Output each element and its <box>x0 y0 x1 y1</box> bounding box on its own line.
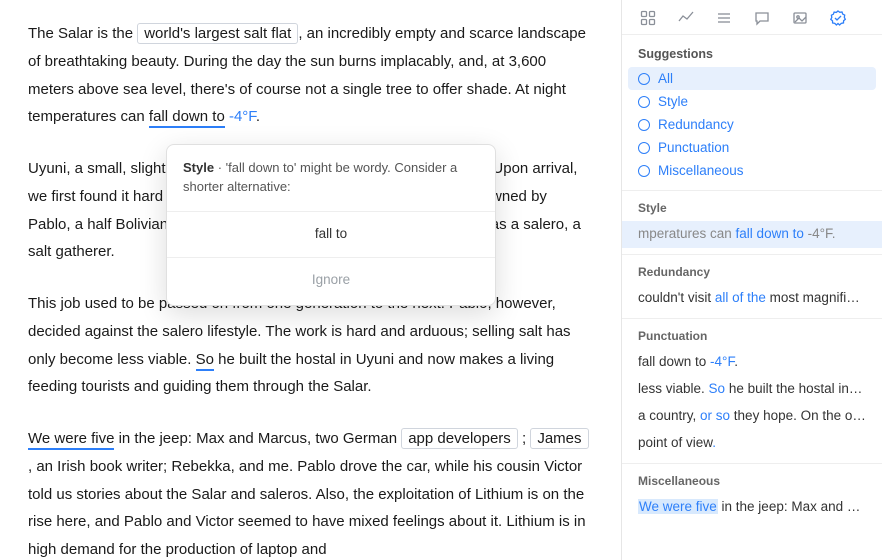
suggestion-popup: Style · 'fall down to' might be wordy. C… <box>166 144 496 306</box>
suggestion-item[interactable]: a country, or so they hope. On the oth… <box>622 403 882 430</box>
popup-header: Style · 'fall down to' might be wordy. C… <box>167 145 495 212</box>
sidebar: Suggestions All Style Redundancy Punctua… <box>622 0 882 560</box>
highlight-temperature[interactable]: -4°F <box>229 108 256 125</box>
list-icon[interactable] <box>716 10 732 26</box>
editor-pane: The Salar is the world's largest salt fl… <box>0 0 621 560</box>
highlight-james[interactable]: James <box>530 428 588 449</box>
filter-punctuation[interactable]: Punctuation <box>628 136 876 159</box>
highlight-so[interactable]: So <box>196 351 214 371</box>
suggestion-item[interactable]: couldn't visit all of the most magnifice… <box>622 285 882 312</box>
suggestion-item[interactable]: mperatures can fall down to -4°F. <box>622 221 882 248</box>
radio-icon <box>638 96 650 108</box>
section-miscellaneous: Miscellaneous We were five in the jeep: … <box>622 463 882 527</box>
filter-redundancy[interactable]: Redundancy <box>628 113 876 136</box>
stats-icon[interactable] <box>678 10 694 26</box>
filter-list: All Style Redundancy Punctuation Miscell… <box>622 67 882 190</box>
radio-icon <box>638 119 650 131</box>
image-icon[interactable] <box>792 10 808 26</box>
grid-icon[interactable] <box>640 10 656 26</box>
suggestion-item[interactable]: fall down to -4°F. <box>622 349 882 376</box>
check-badge-icon[interactable] <box>830 10 846 26</box>
highlight-we-were-five[interactable]: We were five <box>28 430 114 450</box>
sidebar-tabs <box>622 0 882 35</box>
popup-category: Style <box>183 160 214 175</box>
paragraph: We were five in the jeep: Max and Marcus… <box>28 425 589 560</box>
highlight-worlds-largest[interactable]: world's largest salt flat <box>137 23 298 44</box>
filter-miscellaneous[interactable]: Miscellaneous <box>628 159 876 182</box>
comment-icon[interactable] <box>754 10 770 26</box>
suggestions-heading: Suggestions <box>622 35 882 67</box>
filter-style[interactable]: Style <box>628 90 876 113</box>
radio-icon <box>638 165 650 177</box>
radio-icon <box>638 142 650 154</box>
radio-icon <box>638 73 650 85</box>
popup-suggestion-button[interactable]: fall to <box>167 212 495 258</box>
paragraph: The Salar is the world's largest salt fl… <box>28 20 589 131</box>
suggestion-item[interactable]: We were five in the jeep: Max and Mar… <box>622 494 882 521</box>
section-redundancy: Redundancy couldn't visit all of the mos… <box>622 254 882 318</box>
filter-all[interactable]: All <box>628 67 876 90</box>
section-style: Style mperatures can fall down to -4°F. <box>622 190 882 254</box>
suggestion-item[interactable]: point of view. <box>622 430 882 457</box>
suggestion-item[interactable]: less viable. So he built the hostal in U… <box>622 376 882 403</box>
highlight-app-developers[interactable]: app developers <box>401 428 518 449</box>
highlight-fall-down-to[interactable]: fall down to <box>149 108 225 128</box>
paragraph: This job used to be passed on from one g… <box>28 290 589 401</box>
popup-ignore-button[interactable]: Ignore <box>167 258 495 305</box>
section-punctuation: Punctuation fall down to -4°F. less viab… <box>622 318 882 463</box>
